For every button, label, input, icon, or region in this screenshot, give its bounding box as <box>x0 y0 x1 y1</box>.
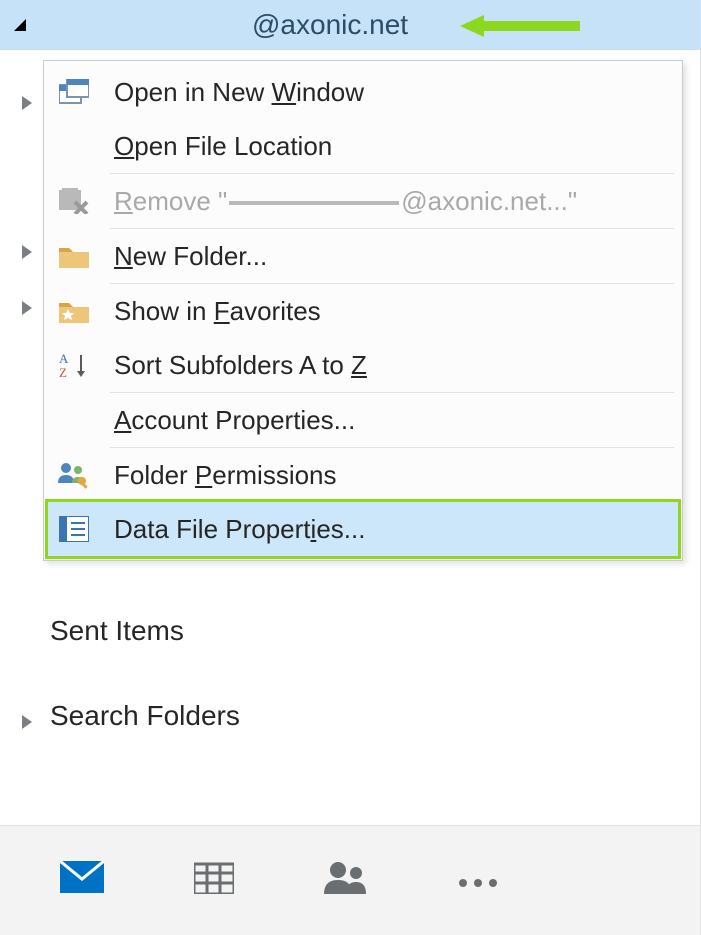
menu-folder-permissions[interactable]: Folder Permissions <box>48 448 678 502</box>
menu-remove-account: Remove "@axonic.net..." <box>48 174 678 228</box>
expand-caret-icon[interactable] <box>22 96 32 110</box>
menu-account-properties[interactable]: Account Properties... <box>48 393 678 447</box>
account-label: @axonic.net <box>252 9 408 41</box>
mail-icon[interactable] <box>60 861 104 900</box>
menu-label: Open in New Window <box>114 77 364 108</box>
menu-label: New Folder... <box>114 241 267 272</box>
menu-label: Sort Subfolders A to Z <box>114 350 367 381</box>
nav-bar <box>0 825 701 935</box>
folder-sent-items[interactable]: Sent Items <box>50 615 184 647</box>
expand-caret-icon[interactable] <box>22 301 32 315</box>
menu-label: Open File Location <box>114 131 332 162</box>
folder-search-folders[interactable]: Search Folders <box>50 700 240 732</box>
menu-show-in-favorites[interactable]: Show in Favorites <box>48 284 678 338</box>
expand-caret-icon[interactable] <box>22 715 32 729</box>
sort-az-icon: A Z <box>52 351 96 379</box>
calendar-icon[interactable] <box>194 860 234 901</box>
menu-new-folder[interactable]: New Folder... <box>48 229 678 283</box>
remove-icon <box>52 188 96 214</box>
folder-icon <box>52 244 96 268</box>
menu-data-file-properties[interactable]: Data File Properties... <box>45 499 681 559</box>
menu-label: Show in Favorites <box>114 296 321 327</box>
svg-text:Z: Z <box>59 365 67 379</box>
context-menu: Open in New Window Open File Location Re… <box>43 60 683 561</box>
folder-pane: @axonic.net Open in New Window Open File… <box>0 0 701 825</box>
permissions-icon <box>52 461 96 489</box>
annotation-arrow-icon <box>460 15 580 37</box>
account-header[interactable]: @axonic.net <box>0 0 700 50</box>
menu-label: Remove "@axonic.net..." <box>114 186 577 217</box>
svg-text:A: A <box>59 351 69 366</box>
more-icon[interactable] <box>458 865 498 896</box>
people-icon[interactable] <box>324 860 368 901</box>
menu-open-file-location[interactable]: Open File Location <box>48 119 678 173</box>
properties-icon <box>52 516 96 542</box>
new-window-icon <box>52 79 96 105</box>
menu-open-new-window[interactable]: Open in New Window <box>48 65 678 119</box>
favorites-folder-icon <box>52 299 96 323</box>
menu-label: Data File Properties... <box>114 514 365 545</box>
expand-caret-icon[interactable] <box>22 245 32 259</box>
menu-label: Folder Permissions <box>114 460 337 491</box>
menu-sort-subfolders[interactable]: A Z Sort Subfolders A to Z <box>48 338 678 392</box>
collapse-caret-icon <box>14 19 26 31</box>
menu-label: Account Properties... <box>114 405 355 436</box>
